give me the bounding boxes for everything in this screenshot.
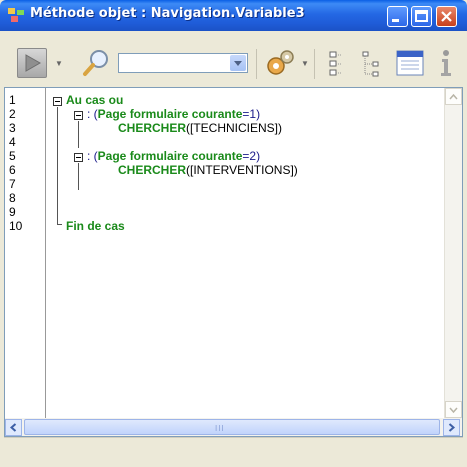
code-keyword[interactable]: Au cas ou <box>66 93 123 107</box>
search-combo[interactable] <box>118 53 248 73</box>
code-operator: : ( <box>87 107 98 121</box>
minimize-button[interactable] <box>387 6 408 27</box>
chevron-down-icon <box>449 407 458 414</box>
method-editor-window: Méthode objet : Navigation.Variable3 ▼ ▼… <box>0 0 467 467</box>
code-keyword[interactable]: Fin de cas <box>66 219 125 233</box>
collapse-toggle-icon[interactable] <box>74 111 83 120</box>
line-number: 7 <box>9 177 16 191</box>
code-argument: ([TECHNICIENS]) <box>186 121 283 135</box>
scroll-thumb[interactable]: III <box>24 419 440 435</box>
scroll-down-button[interactable] <box>445 401 462 418</box>
horizontal-scrollbar[interactable]: III <box>5 418 462 436</box>
scroll-right-button[interactable] <box>443 419 460 436</box>
code-operator: =2) <box>242 149 261 163</box>
block-guide-line <box>78 163 79 190</box>
code-argument: ([INTERVENTIONS]) <box>186 163 298 177</box>
gears-icon[interactable] <box>264 48 298 78</box>
line-number-gutter: 1 2 3 4 5 6 7 8 9 10 <box>5 88 46 418</box>
window-title: Méthode objet : Navigation.Variable3 <box>30 6 305 21</box>
list-panel-icon[interactable] <box>394 47 426 79</box>
block-guide-line <box>57 107 58 224</box>
code-keyword: CHERCHER <box>118 163 187 177</box>
info-icon[interactable] <box>434 48 458 78</box>
line-number: 2 <box>9 107 16 121</box>
line-number: 9 <box>9 205 16 219</box>
method-app-icon <box>8 8 24 22</box>
run-method-button[interactable] <box>17 48 47 78</box>
code-operator: =1) <box>242 107 261 121</box>
line-number: 3 <box>9 121 16 135</box>
line-number: 10 <box>9 219 23 233</box>
code-keyword: Page formulaire courante <box>97 149 243 163</box>
scroll-up-button[interactable] <box>445 88 462 105</box>
code-keyword: Page formulaire courante <box>97 107 243 121</box>
code-line[interactable]: : (Page formulaire courante=2) <box>87 149 260 163</box>
collapse-toggle-icon[interactable] <box>74 153 83 162</box>
code-editor[interactable]: 1 2 3 4 5 6 7 8 9 10 Au cas ou : (Page f… <box>4 87 463 437</box>
code-line[interactable]: : (Page formulaire courante=1) <box>87 107 260 121</box>
status-bar <box>4 437 463 464</box>
run-dropdown-arrow-icon[interactable]: ▼ <box>55 59 63 68</box>
toolbar: ▼ ▼ <box>4 31 463 87</box>
minimize-icon <box>392 19 399 22</box>
code-operator: : ( <box>87 149 98 163</box>
code-keyword: CHERCHER <box>118 121 187 135</box>
collapse-tree-icon[interactable] <box>326 48 348 78</box>
block-end-connector <box>57 224 62 225</box>
gears-dropdown-arrow-icon[interactable]: ▼ <box>301 59 309 68</box>
close-button[interactable] <box>436 6 457 27</box>
line-number: 6 <box>9 163 16 177</box>
chevron-left-icon <box>9 423 17 432</box>
scroll-grip: III <box>215 424 225 433</box>
toolbar-separator <box>256 49 257 79</box>
line-number: 1 <box>9 93 16 107</box>
collapse-toggle-icon[interactable] <box>53 97 62 106</box>
line-number: 5 <box>9 149 16 163</box>
vertical-scrollbar[interactable] <box>444 88 462 418</box>
scroll-left-button[interactable] <box>5 419 22 436</box>
code-line[interactable]: CHERCHER([INTERVENTIONS]) <box>118 163 298 177</box>
line-number: 4 <box>9 135 16 149</box>
magnifier-icon[interactable] <box>80 47 112 79</box>
block-guide-line <box>78 121 79 148</box>
title-bar[interactable]: Méthode objet : Navigation.Variable3 <box>0 0 467 31</box>
combo-dropdown-button[interactable] <box>230 55 246 71</box>
expand-tree-icon[interactable] <box>361 48 387 78</box>
code-line[interactable]: CHERCHER([TECHNICIENS]) <box>118 121 282 135</box>
chevron-up-icon <box>449 93 458 100</box>
maximize-button[interactable] <box>411 6 432 27</box>
maximize-icon <box>415 10 428 22</box>
line-number: 8 <box>9 191 16 205</box>
play-icon <box>25 54 42 72</box>
toolbar-separator <box>314 49 315 79</box>
chevron-right-icon <box>448 423 456 432</box>
close-icon <box>441 11 452 22</box>
